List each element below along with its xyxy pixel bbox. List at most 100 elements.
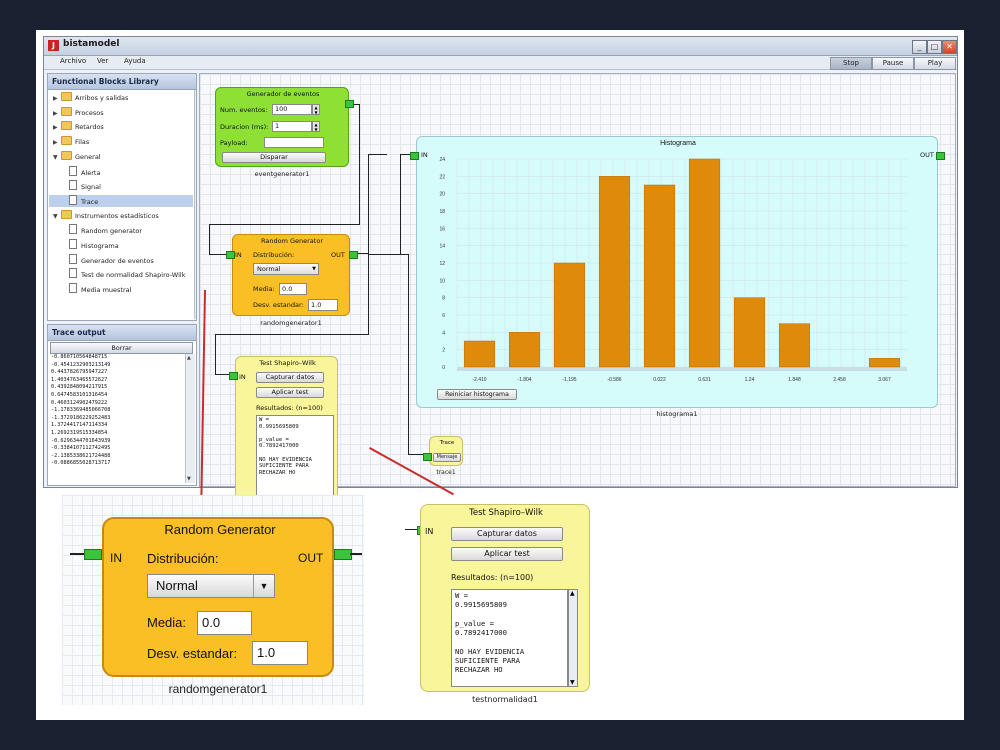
chevron-right-icon[interactable]: ▶ — [53, 122, 61, 134]
random-generator-title: Random Generator — [261, 237, 323, 245]
chevron-down-icon[interactable]: ▼ — [53, 152, 61, 164]
shapiro-in-port[interactable] — [229, 372, 238, 380]
library-item[interactable]: Media muestral — [49, 283, 193, 295]
results-textarea[interactable]: W = 0.9915695809 p_value = 0.7892417000 … — [256, 415, 334, 497]
document-icon — [69, 268, 77, 279]
model-canvas[interactable]: Generador de eventos Num. eventos: 100 ▲… — [199, 73, 956, 515]
distribution-select[interactable]: Normal ▼ — [253, 263, 319, 275]
trace-caption: trace1 — [436, 469, 456, 476]
maximize-button[interactable]: □ — [927, 40, 942, 54]
trace-block[interactable]: Trace Mensaje — [429, 436, 463, 466]
event-generator-out-port[interactable] — [345, 100, 354, 108]
random-out-port[interactable] — [349, 251, 358, 259]
library-item[interactable]: Signal — [49, 180, 193, 192]
apply-test-button[interactable]: Aplicar test — [256, 387, 324, 398]
library-item-label: Signal — [81, 183, 101, 192]
scroll-up-icon[interactable]: ▲ — [187, 355, 191, 361]
library-title: Functional Blocks Library — [48, 74, 196, 90]
zoom-shapiro: Test Shapiro–Wilk IN Capturar datos Apli… — [405, 498, 603, 710]
library-item-label: Random generator — [81, 227, 143, 236]
zoom-results-textarea[interactable]: W = 0.9915695809 p_value = 0.7892417000 … — [451, 589, 568, 687]
trace-line: -1.3729186229252483 — [51, 414, 111, 421]
std-label: Desv. estandar: — [253, 301, 304, 309]
num-events-input[interactable]: 100 — [272, 104, 312, 115]
menu-archivo[interactable]: Archivo — [60, 57, 86, 65]
library-item[interactable]: ▼ General — [49, 150, 193, 164]
trace-message-button[interactable]: Mensaje — [433, 453, 461, 462]
scroll-down-icon[interactable]: ▼ — [187, 476, 191, 482]
scroll-up-icon[interactable]: ▲ — [570, 590, 575, 597]
menu-ver[interactable]: Ver — [97, 57, 108, 65]
histogram-bar — [463, 340, 496, 368]
zoom-shapiro-in-label: IN — [425, 527, 434, 536]
chevron-down-icon[interactable]: ▼ — [53, 211, 61, 223]
trace-line: 1.4034763465572627 — [51, 376, 108, 383]
library-item[interactable]: ▼ Instrumentos estadísticos — [49, 209, 193, 223]
chevron-right-icon[interactable]: ▶ — [53, 93, 61, 105]
x-tick-label: 1.848 — [788, 377, 801, 383]
num-events-spinner-icon[interactable]: ▲ ▼ — [312, 104, 320, 115]
shapiro-block[interactable]: Test Shapiro–Wilk IN Capturar datos Apli… — [235, 356, 338, 504]
zoom-distribution-select[interactable]: Normal ▼ — [147, 574, 275, 598]
library-item[interactable]: ▶ Arribos y salidas — [49, 92, 193, 104]
library-item[interactable]: Test de normalidad Shapiro-Wilk — [49, 268, 193, 280]
mean-input[interactable]: 0.0 — [279, 283, 307, 295]
results-label: Resultados: (n=100) — [256, 404, 323, 412]
zoom-random-generator-block[interactable]: Random Generator IN OUT Distribución: No… — [102, 517, 334, 677]
scroll-down-icon[interactable]: ▼ — [570, 679, 575, 686]
pause-button[interactable]: Pause — [872, 57, 914, 70]
library-item[interactable]: ▶ Procesos — [49, 106, 193, 120]
fire-button[interactable]: Disparar — [222, 152, 326, 163]
zoom-capture-button[interactable]: Capturar datos — [451, 527, 563, 541]
capture-data-button[interactable]: Capturar datos — [256, 372, 324, 383]
trace-in-port[interactable] — [423, 453, 432, 461]
menu-ayuda[interactable]: Ayuda — [124, 57, 146, 65]
random-generator-block[interactable]: Random Generator IN OUT Distribución: No… — [232, 234, 350, 316]
zoom-in-label: IN — [110, 551, 122, 565]
random-in-port[interactable] — [226, 251, 235, 259]
chevron-right-icon[interactable]: ▶ — [53, 137, 61, 149]
chevron-right-icon[interactable]: ▶ — [53, 108, 61, 120]
close-button[interactable]: ✕ — [942, 40, 957, 54]
library-item[interactable]: Generador de eventos — [49, 253, 193, 266]
minimize-button[interactable]: _ — [912, 40, 927, 54]
library-item[interactable]: Alerta — [49, 165, 193, 178]
library-scrollbar[interactable] — [194, 90, 196, 319]
zoom-shapiro-block[interactable]: Test Shapiro–Wilk IN Capturar datos Apli… — [420, 504, 590, 692]
zoom-std-input[interactable]: 1.0 — [252, 641, 308, 665]
y-tick-label: 22 — [439, 174, 445, 180]
y-tick-label: 18 — [439, 209, 445, 215]
shapiro-title: Test Shapiro–Wilk — [259, 359, 316, 367]
trace-line: -0.0886855028713717 — [51, 460, 111, 467]
library-item[interactable]: Random generator — [49, 224, 193, 236]
library-item-label: Generador de eventos — [81, 256, 154, 265]
library-item[interactable]: Histograma — [49, 239, 193, 251]
zoom-results-scrollbar[interactable]: ▲ ▼ — [568, 589, 578, 687]
stop-button[interactable]: Stop — [830, 57, 872, 70]
duration-input[interactable]: 1 — [272, 121, 312, 132]
document-icon — [69, 283, 77, 294]
histogram-in-port[interactable] — [410, 152, 419, 160]
num-events-label: Num. eventos: — [220, 106, 268, 114]
y-tick-label: 0 — [442, 365, 445, 371]
histogram-block[interactable]: IN OUT Histograma 0 2 4 6 8 10 12 14 16 18 20 22 24 … — [416, 136, 938, 408]
payload-input[interactable] — [264, 137, 324, 148]
library-item[interactable]: ▶ Filas — [49, 136, 193, 148]
histogram-out-port[interactable] — [936, 152, 945, 160]
library-item[interactable]: Trace — [49, 194, 193, 207]
trace-scrollbar[interactable]: ▲ ▼ — [185, 354, 195, 483]
clear-trace-button[interactable]: Borrar — [50, 342, 193, 354]
std-input[interactable]: 1.0 — [308, 299, 338, 311]
reset-histogram-button[interactable]: Reiniciar histograma — [437, 389, 517, 400]
wire — [408, 254, 409, 454]
event-generator-block[interactable]: Generador de eventos Num. eventos: 100 ▲… — [215, 87, 349, 167]
zoom-apply-button[interactable]: Aplicar test — [451, 547, 563, 561]
zoom-mean-input[interactable]: 0.0 — [197, 611, 252, 635]
folder-icon — [61, 150, 72, 160]
library-item[interactable]: ▶ Retardos — [49, 121, 193, 133]
play-button[interactable]: Play — [914, 57, 956, 70]
zoom-in-port[interactable] — [84, 549, 102, 560]
wire — [368, 154, 386, 155]
duration-spinner-icon[interactable]: ▲ ▼ — [312, 121, 320, 132]
trace-line: 0.6474583101316454 — [51, 391, 108, 398]
